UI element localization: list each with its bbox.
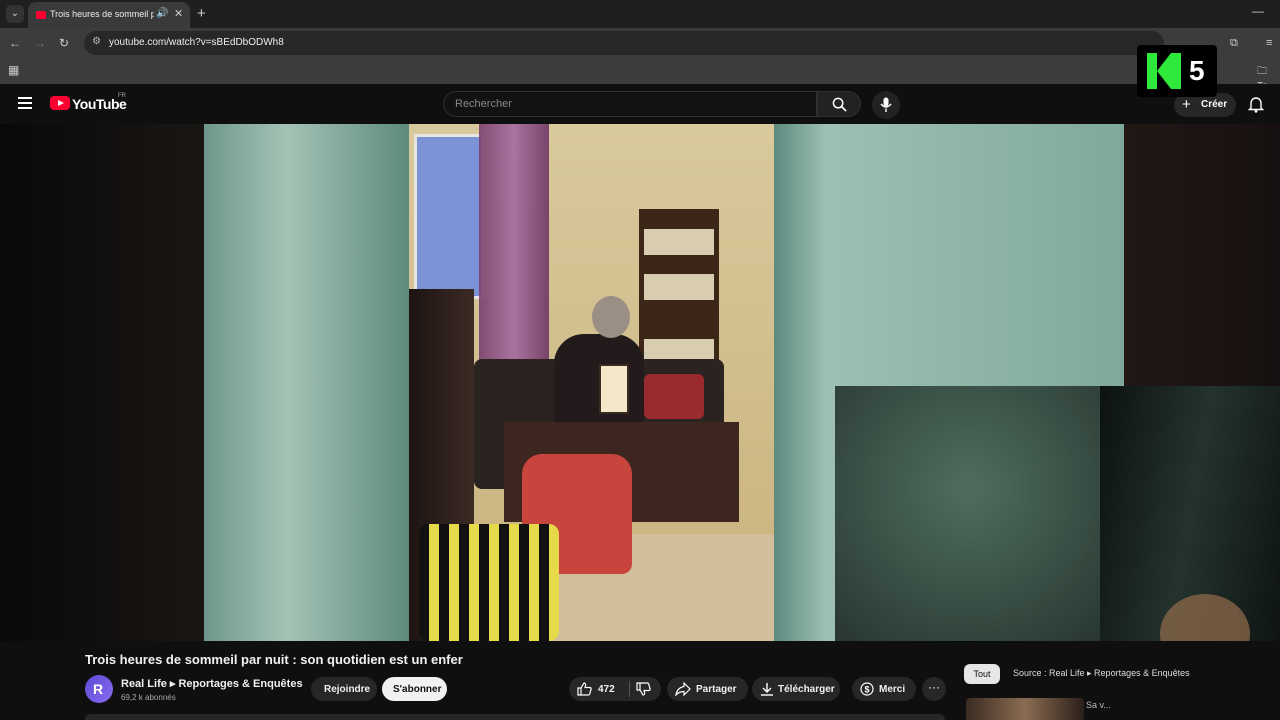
download-icon bbox=[761, 683, 773, 696]
ambient-left bbox=[0, 124, 204, 641]
country-code: FR bbox=[118, 93, 126, 99]
k5-channel-logo: 5 bbox=[1137, 45, 1217, 97]
description-box[interactable] bbox=[85, 714, 945, 720]
site-info-icon[interactable]: ⚙ bbox=[92, 36, 101, 47]
forward-icon[interactable]: → bbox=[34, 36, 46, 50]
like-icon[interactable] bbox=[577, 682, 592, 696]
scene-wall-left bbox=[204, 124, 409, 641]
thanks-label: Merci bbox=[879, 684, 906, 695]
plus-icon: + bbox=[1182, 96, 1191, 113]
bookmarks-bar: ▦ 🗀 To bbox=[0, 58, 1280, 92]
audio-playing-icon[interactable]: 🔊 bbox=[156, 8, 168, 19]
scene-curtain bbox=[479, 124, 549, 364]
like-separator bbox=[629, 681, 630, 697]
youtube-favicon-icon bbox=[36, 11, 46, 19]
browser-tabstrip: ⌄ Trois heures de sommeil par nuit : son… bbox=[0, 0, 1280, 28]
create-label: Créer bbox=[1201, 99, 1228, 110]
search-placeholder: Rechercher bbox=[455, 98, 512, 110]
scene-cushion bbox=[644, 374, 704, 419]
extensions-icon[interactable]: ⧉ bbox=[1230, 37, 1238, 50]
video-player[interactable] bbox=[0, 124, 1280, 641]
video-title: Trois heures de sommeil par nuit : son q… bbox=[85, 652, 463, 667]
scene-books-row bbox=[644, 274, 714, 300]
like-count[interactable]: 472 bbox=[598, 684, 615, 695]
subscribe-button[interactable]: S'abonner bbox=[382, 677, 447, 701]
tab-search-button[interactable]: ⌄ bbox=[6, 5, 24, 23]
related-video-title[interactable]: Sa v... bbox=[1086, 700, 1111, 710]
search-input[interactable]: Rechercher bbox=[443, 91, 817, 117]
video-info: Trois heures de sommeil par nuit : son q… bbox=[0, 641, 1280, 720]
share-button[interactable]: Partager bbox=[667, 677, 748, 701]
scene-books-row bbox=[644, 229, 714, 255]
related-video-thumbnail[interactable] bbox=[966, 698, 1084, 720]
address-bar[interactable]: ⚙ youtube.com/watch?v=sBEdDbODWh8 bbox=[84, 31, 1164, 55]
tab-title: Trois heures de sommeil par nuit : son q… bbox=[50, 9, 154, 19]
channel-avatar-initial: R bbox=[93, 681, 104, 697]
share-label: Partager bbox=[696, 684, 737, 695]
k5-number: 5 bbox=[1189, 55, 1205, 86]
channel-name[interactable]: Real Life ▸ Reportages & Enquêtes bbox=[121, 677, 303, 690]
join-label: Rejoindre bbox=[324, 684, 371, 695]
microphone-icon bbox=[880, 97, 892, 112]
youtube-masthead: YouTube FR Rechercher + Créer bbox=[0, 84, 1280, 124]
share-icon bbox=[675, 682, 691, 696]
url-text[interactable]: youtube.com/watch?v=sBEdDbODWh8 bbox=[109, 37, 284, 48]
search-button[interactable] bbox=[817, 91, 861, 117]
search-icon bbox=[832, 97, 847, 112]
ambient-right bbox=[1124, 124, 1280, 386]
dislike-icon[interactable] bbox=[636, 682, 651, 696]
channel-avatar[interactable]: R bbox=[85, 675, 113, 703]
k5-k-glyph bbox=[1147, 53, 1181, 89]
scene-basket bbox=[419, 524, 559, 641]
thanks-icon: $ bbox=[860, 682, 874, 696]
reading-list-icon[interactable]: ≡ bbox=[1266, 37, 1272, 49]
youtube-logo-icon[interactable] bbox=[50, 96, 70, 110]
thanks-button[interactable]: $ Merci bbox=[852, 677, 916, 701]
scene-person-head bbox=[592, 296, 630, 338]
download-button[interactable]: Télécharger bbox=[752, 677, 840, 701]
notifications-bell-icon[interactable] bbox=[1248, 96, 1264, 113]
voice-search-button[interactable] bbox=[872, 91, 900, 119]
window-minimize-button[interactable]: — bbox=[1252, 4, 1264, 18]
browser-toolbar: ← → ↻ ⚙ youtube.com/watch?v=sBEdDbODWh8 … bbox=[0, 28, 1280, 58]
join-button[interactable]: Rejoindre bbox=[311, 677, 377, 701]
chip-all[interactable]: Tout bbox=[964, 664, 1000, 684]
scene-window bbox=[414, 134, 484, 299]
subscriber-count: 69,2 k abonnés bbox=[121, 693, 176, 702]
like-dislike-group: 472 bbox=[569, 677, 661, 701]
svg-text:$: $ bbox=[864, 685, 869, 695]
apps-grid-icon[interactable]: ▦ bbox=[8, 63, 19, 77]
scene-photo-frame bbox=[599, 364, 629, 414]
chip-source[interactable]: Source : Real Life ▸ Reportages & Enquêt… bbox=[1013, 668, 1190, 679]
browser-tab-active[interactable]: Trois heures de sommeil par nuit : son q… bbox=[28, 2, 190, 28]
menu-icon[interactable] bbox=[18, 97, 32, 109]
tab-close-icon[interactable]: ✕ bbox=[174, 7, 183, 20]
reload-icon[interactable]: ↻ bbox=[59, 36, 69, 50]
subscribe-label: S'abonner bbox=[393, 684, 442, 695]
back-icon[interactable]: ← bbox=[9, 36, 21, 50]
more-actions-icon[interactable]: ··· bbox=[922, 677, 946, 701]
download-label: Télécharger bbox=[778, 684, 835, 695]
new-tab-button[interactable]: + bbox=[197, 5, 206, 22]
